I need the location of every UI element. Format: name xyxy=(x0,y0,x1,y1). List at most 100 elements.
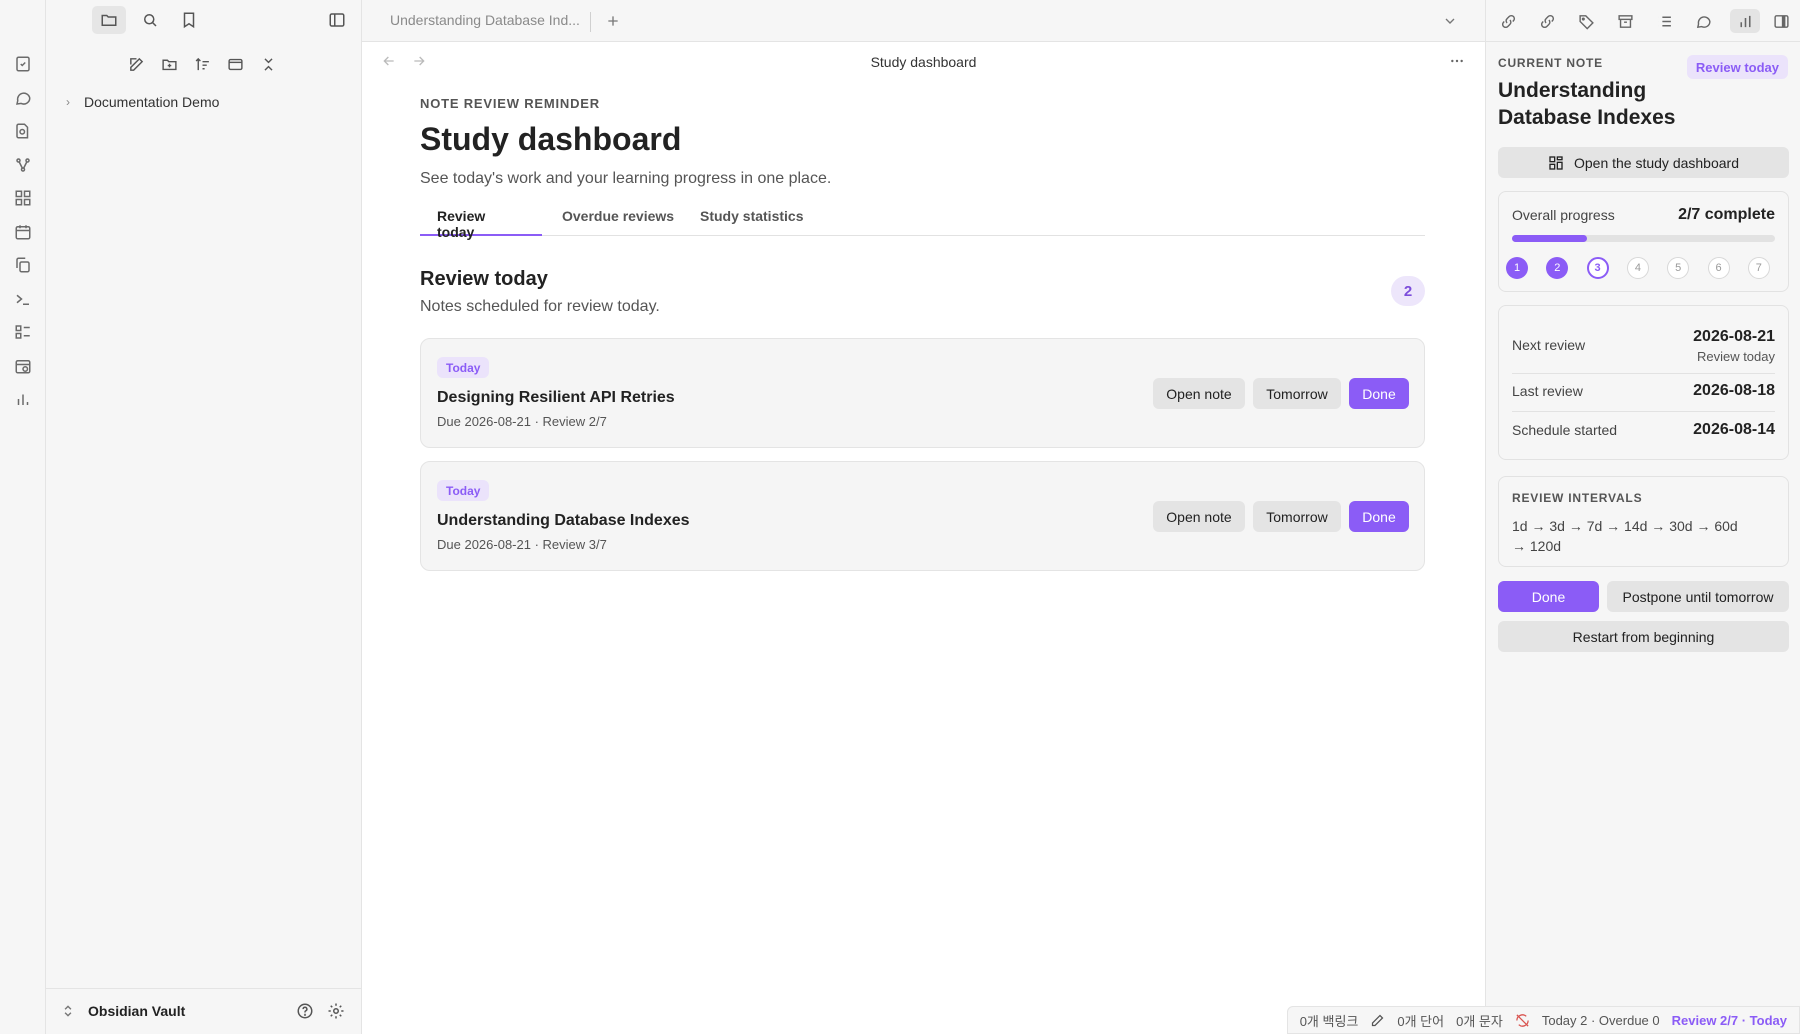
calendar-clock-icon[interactable] xyxy=(11,354,35,378)
dashboard-tabs: Review today Overdue reviews Study stati… xyxy=(420,208,1425,240)
status-bar: 0개 백링크 0개 단어 0개 문자 Today 2 · Overdue 0 R… xyxy=(1286,1006,1800,1034)
next-review-date: 2026-08-21 xyxy=(1693,328,1775,345)
note-title-line-2: Database Indexes xyxy=(1498,106,1676,129)
open-dashboard-button[interactable]: Open the study dashboard xyxy=(1498,147,1789,178)
note-title-line-1: Understanding xyxy=(1498,79,1647,102)
new-tab-plus-icon[interactable] xyxy=(602,10,624,32)
sync-off-icon[interactable] xyxy=(1515,1013,1530,1028)
sort-icon[interactable] xyxy=(190,52,214,76)
card-title[interactable]: Designing Resilient API Retries xyxy=(437,389,675,407)
progress-label: Overall progress xyxy=(1512,207,1615,223)
due-badge: Today xyxy=(437,357,490,378)
right-toolbar xyxy=(1486,0,1800,42)
chevron-down-icon[interactable] xyxy=(1439,10,1461,32)
review-count-badge: 2 xyxy=(1391,276,1425,306)
progress-value: 2/7 complete xyxy=(1678,206,1775,223)
graph-icon[interactable] xyxy=(11,153,35,177)
backlinks-count[interactable]: 0개 백링크 xyxy=(1300,1011,1359,1030)
dashboard-content: NOTE REVIEW REMINDER Study dashboard See… xyxy=(420,96,1425,571)
search-icon[interactable] xyxy=(138,8,162,32)
chat-icon[interactable] xyxy=(11,86,35,110)
file-search-icon[interactable] xyxy=(11,119,35,143)
vault-switch-icon[interactable] xyxy=(58,1001,78,1021)
tab-current-note[interactable]: Understanding Database Ind... xyxy=(390,12,580,28)
archive-icon[interactable] xyxy=(1613,9,1637,33)
main-editor: Understanding Database Ind... Study dash… xyxy=(362,0,1485,1034)
divider xyxy=(1512,373,1775,374)
restart-button[interactable]: Restart from beginning xyxy=(1498,621,1789,652)
dashboard-grid-icon xyxy=(1548,155,1564,171)
char-count: 0개 문자 xyxy=(1456,1013,1503,1029)
tomorrow-button[interactable]: Tomorrow xyxy=(1253,378,1341,409)
open-dashboard-label: Open the study dashboard xyxy=(1573,154,1739,171)
tomorrow-button[interactable]: Tomorrow xyxy=(1253,501,1341,532)
bookmark-icon[interactable] xyxy=(177,8,201,32)
intervals-text: 1d → 3d → 7d → 14d → 30d → 60d → 120d xyxy=(1512,518,1738,554)
settings-gear-icon[interactable] xyxy=(325,1000,347,1022)
page-title: Study dashboard xyxy=(420,121,682,157)
new-note-icon[interactable] xyxy=(124,52,148,76)
progress-bar-track xyxy=(1512,235,1775,242)
sidebar-header xyxy=(46,0,362,42)
sidebar-toggle-icon[interactable] xyxy=(325,8,349,32)
outline-list-icon[interactable] xyxy=(1652,9,1676,33)
next-review-note: Review today xyxy=(1696,349,1775,364)
open-note-button[interactable]: Open note xyxy=(1153,501,1245,532)
more-options-icon[interactable] xyxy=(1446,50,1468,72)
review-card: Today Designing Resilient API Retries Du… xyxy=(420,338,1425,448)
link-add-icon[interactable] xyxy=(1496,9,1520,33)
word-count: 0개 단어 xyxy=(1397,1013,1445,1029)
schedule-started-label: Schedule started xyxy=(1512,422,1618,438)
collapse-view-icon[interactable] xyxy=(223,52,247,76)
tags-icon[interactable] xyxy=(1574,9,1598,33)
view-header: Study dashboard xyxy=(362,42,1485,82)
section-title: Review today xyxy=(420,268,548,290)
chevron-right-icon: › xyxy=(66,95,70,109)
bar-chart-icon[interactable] xyxy=(1730,9,1760,33)
review-step-3: 3 xyxy=(1586,257,1609,279)
next-review-label: Next review xyxy=(1512,337,1586,353)
review-step-6: 6 xyxy=(1707,257,1730,279)
vault-name[interactable]: Obsidian Vault xyxy=(88,1003,185,1019)
card-title[interactable]: Understanding Database Indexes xyxy=(437,512,690,530)
done-button[interactable]: Done xyxy=(1349,378,1409,409)
collapse-all-icon[interactable] xyxy=(256,52,280,76)
last-review-date: 2026-08-18 xyxy=(1693,382,1775,399)
right-sidebar: CURRENT NOTE Review today Understanding … xyxy=(1485,0,1800,1034)
card-meta: Due 2026-08-21 · Review 2/7 xyxy=(437,414,607,429)
tab-divider xyxy=(590,12,591,32)
divider xyxy=(1512,411,1775,412)
checklist-icon[interactable] xyxy=(11,320,35,344)
postpone-button[interactable]: Postpone until tomorrow xyxy=(1607,581,1789,612)
open-note-button[interactable]: Open note xyxy=(1153,378,1245,409)
tab-review-today[interactable]: Review today xyxy=(420,208,542,240)
copy-icon[interactable] xyxy=(11,253,35,277)
grid-icon[interactable] xyxy=(11,186,35,210)
bar-chart-icon[interactable] xyxy=(11,387,35,411)
tree-folder-documentation-demo[interactable]: › Documentation Demo xyxy=(66,94,219,110)
review-counts[interactable]: Today 2 · Overdue 0 xyxy=(1542,1013,1660,1028)
tree-folder-label: Documentation Demo xyxy=(84,94,220,110)
schedule-started-date: 2026-08-14 xyxy=(1693,421,1775,438)
tab-overdue-reviews[interactable]: Overdue reviews xyxy=(545,208,691,236)
outgoing-links-icon[interactable] xyxy=(1535,9,1559,33)
view-title: Study dashboard xyxy=(870,54,977,70)
tab-study-statistics[interactable]: Study statistics xyxy=(683,208,820,236)
page-subtitle: See today's work and your learning progr… xyxy=(420,170,832,187)
help-icon[interactable] xyxy=(294,1000,316,1022)
done-button[interactable]: Done xyxy=(1349,501,1409,532)
review-step-4: 4 xyxy=(1626,257,1649,279)
done-button[interactable]: Done xyxy=(1498,581,1599,612)
terminal-icon[interactable] xyxy=(11,287,35,311)
new-folder-icon[interactable] xyxy=(157,52,181,76)
right-sidebar-toggle-icon[interactable] xyxy=(1769,9,1793,33)
review-status[interactable]: Review 2/7 · Today xyxy=(1672,1013,1787,1028)
folder-icon[interactable] xyxy=(92,6,126,34)
edit-pencil-icon[interactable] xyxy=(1370,1013,1385,1028)
new-note-icon[interactable] xyxy=(11,52,35,76)
last-review-label: Last review xyxy=(1512,383,1583,399)
left-sidebar: › Documentation Demo Obsidian Vault xyxy=(46,0,362,1034)
progress-bar-fill xyxy=(1512,235,1588,242)
comment-icon[interactable] xyxy=(1691,9,1715,33)
calendar-icon[interactable] xyxy=(11,220,35,244)
